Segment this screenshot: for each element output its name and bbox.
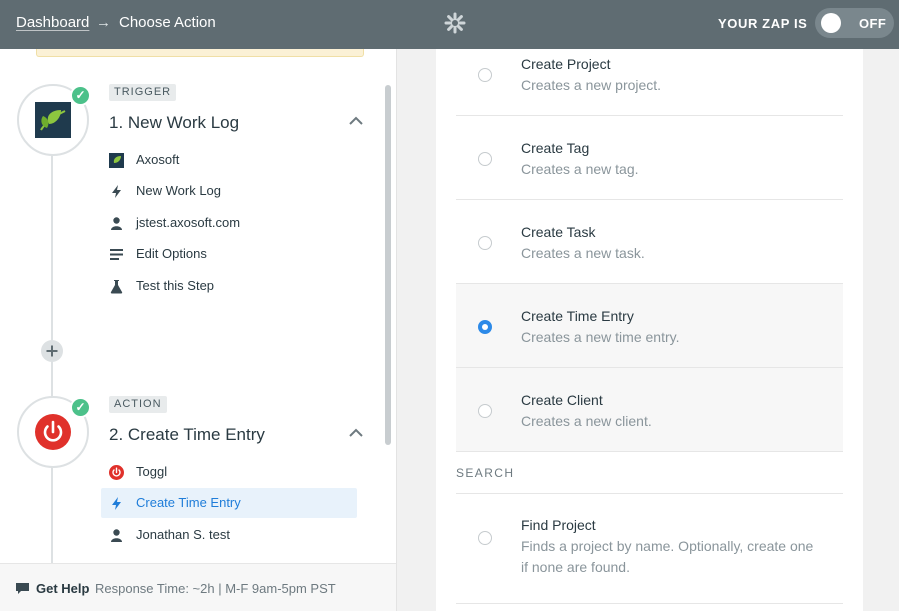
radio-button[interactable] [478, 404, 492, 418]
response-time-text: Response Time: ~2h | M-F 9am-5pm PST [95, 581, 336, 596]
action-app-label: Toggl [136, 464, 168, 479]
user-icon [111, 529, 122, 542]
option-title: Create Client [521, 392, 603, 408]
toggle-state-text: OFF [859, 16, 887, 31]
trigger-test-step-item[interactable]: Test this Step [101, 271, 357, 301]
option-description: Creates a new client. [521, 413, 652, 429]
breadcrumb-current: Choose Action [119, 14, 216, 31]
trigger-app-item[interactable]: Axosoft [101, 145, 357, 175]
action-event-label: Create Time Entry [136, 495, 241, 510]
action-account-label: Jonathan S. test [136, 527, 230, 542]
collapse-action-chevron-up-icon[interactable] [349, 426, 363, 440]
radio-button[interactable] [478, 152, 492, 166]
help-bar: Get Help Response Time: ~2h | M-F 9am-5p… [0, 563, 396, 611]
option-description: Finds a project by name. Optionally, cre… [521, 538, 814, 575]
action-option-create-client[interactable]: Create Client Creates a new client. [456, 368, 843, 452]
trigger-account-label: jstest.axosoft.com [136, 215, 241, 230]
action-app-item[interactable]: Toggl [101, 457, 357, 487]
flask-icon [110, 280, 123, 294]
warning-banner-edge [36, 49, 364, 57]
user-icon [111, 217, 122, 230]
trigger-event-item[interactable]: New Work Log [101, 176, 357, 206]
steps-timeline [51, 149, 53, 599]
toggl-power-icon [35, 414, 71, 450]
trigger-step-title[interactable]: 1. New Work Log [109, 113, 239, 133]
axosoft-icon [35, 102, 71, 138]
trigger-edit-options-item[interactable]: Edit Options [101, 239, 357, 269]
axosoft-icon [109, 153, 124, 168]
option-description: Creates a new task. [521, 245, 645, 261]
action-step-title[interactable]: 2. Create Time Entry [109, 425, 265, 445]
steps-panel-scrollbar[interactable] [385, 85, 391, 445]
action-account-item[interactable]: Jonathan S. test [101, 520, 357, 550]
search-section-heading: SEARCH [456, 466, 515, 480]
search-option-find-project[interactable]: Find Project Finds a project by name. Op… [456, 494, 843, 604]
zap-steps-panel: ✓ TRIGGER 1. New Work Log Axosoft New Wo… [0, 49, 397, 611]
trigger-test-step-label: Test this Step [136, 278, 215, 293]
zapier-logo-icon [444, 12, 466, 34]
toggl-icon [109, 465, 124, 480]
radio-button[interactable] [478, 68, 492, 82]
option-description: Creates a new tag. [521, 161, 639, 177]
option-title: Create Project [521, 56, 611, 72]
breadcrumb-dashboard-link[interactable]: Dashboard [16, 14, 89, 31]
option-title: Create Time Entry [521, 308, 634, 324]
action-complete-check-icon: ✓ [70, 397, 91, 418]
trigger-tag: TRIGGER [109, 84, 177, 101]
trigger-event-label: New Work Log [136, 183, 222, 198]
get-help-link[interactable]: Get Help [36, 581, 89, 596]
action-option-create-project[interactable]: Create Project Creates a new project. [456, 49, 843, 116]
trigger-account-item[interactable]: jstest.axosoft.com [101, 208, 357, 238]
option-title: Create Tag [521, 140, 590, 156]
option-description: Creates a new time entry. [521, 329, 680, 345]
trigger-app-label: Axosoft [136, 152, 180, 167]
collapse-trigger-chevron-up-icon[interactable] [349, 114, 363, 128]
chat-bubble-icon [16, 583, 29, 594]
zap-on-off-toggle[interactable]: OFF [815, 8, 894, 38]
trigger-complete-check-icon: ✓ [70, 85, 91, 106]
bolt-icon [112, 497, 121, 510]
trigger-edit-options-label: Edit Options [136, 246, 207, 261]
action-tag: ACTION [109, 396, 167, 413]
option-description: Creates a new project. [521, 77, 662, 93]
add-step-plus-icon[interactable] [41, 340, 63, 362]
choose-action-panel: Create Project Creates a new project. Cr… [436, 49, 863, 611]
lines-icon [110, 249, 123, 260]
action-option-create-task[interactable]: Create Task Creates a new task. [456, 200, 843, 284]
breadcrumb-separator: → [96, 14, 111, 31]
bolt-icon [112, 185, 121, 198]
option-title: Create Task [521, 224, 596, 240]
action-event-item[interactable]: Create Time Entry [101, 488, 357, 518]
zap-status-label: YOUR ZAP IS [718, 16, 808, 31]
radio-button-selected[interactable] [478, 320, 492, 334]
action-option-create-time-entry[interactable]: Create Time Entry Creates a new time ent… [456, 284, 843, 368]
action-option-create-tag[interactable]: Create Tag Creates a new tag. [456, 116, 843, 200]
top-bar: Dashboard → Choose Action YOUR ZAP IS OF… [0, 0, 899, 49]
radio-button[interactable] [478, 236, 492, 250]
option-title: Find Project [521, 517, 596, 533]
radio-button[interactable] [478, 531, 492, 545]
toggle-knob [821, 13, 841, 33]
